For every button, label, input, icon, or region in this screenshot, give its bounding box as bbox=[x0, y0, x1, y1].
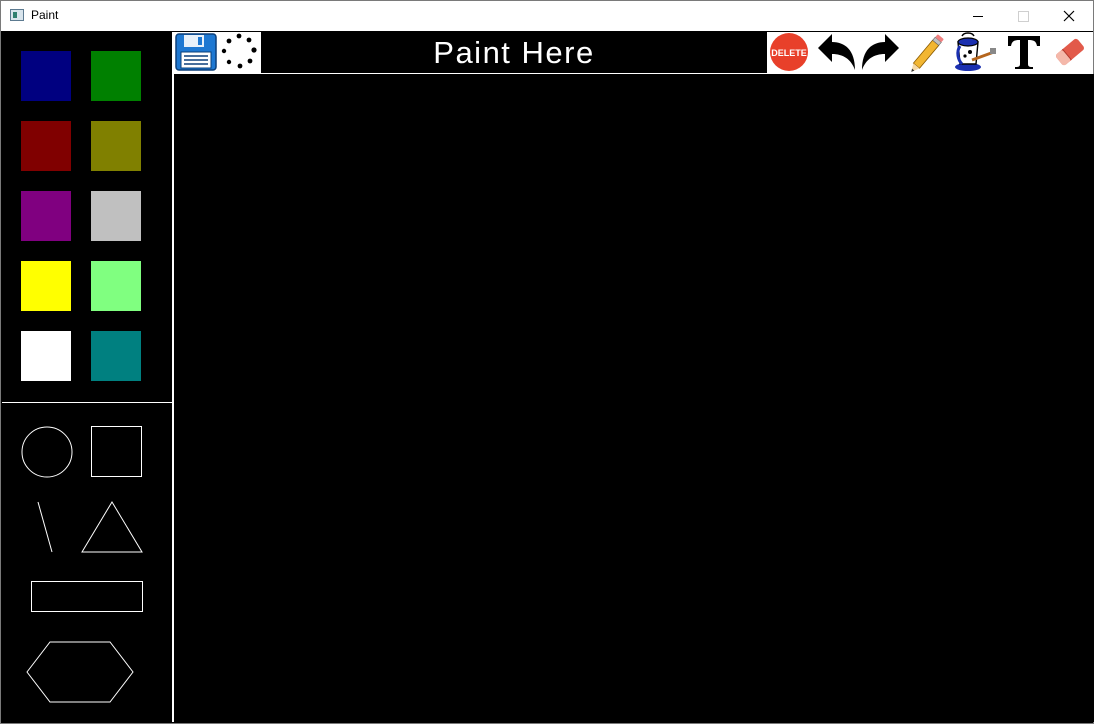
pencil-icon bbox=[911, 34, 944, 72]
save-button[interactable] bbox=[173, 32, 218, 72]
square-shape-button[interactable] bbox=[91, 426, 143, 478]
spray-icon bbox=[221, 33, 257, 69]
rectangle-shape-button[interactable] bbox=[31, 581, 144, 613]
hexagon-shape-button[interactable] bbox=[26, 641, 134, 703]
triangle-shape-button[interactable] bbox=[81, 501, 143, 553]
app-icon bbox=[10, 9, 24, 21]
undo-button[interactable] bbox=[814, 32, 858, 72]
close-icon bbox=[1063, 10, 1075, 22]
drawing-canvas[interactable] bbox=[173, 74, 1094, 722]
color-swatch-green[interactable] bbox=[91, 51, 141, 101]
close-button[interactable] bbox=[1046, 1, 1092, 31]
color-swatch-olive[interactable] bbox=[91, 121, 141, 171]
color-swatch-light-green[interactable] bbox=[91, 261, 141, 311]
redo-button[interactable] bbox=[859, 32, 903, 72]
circle-shape-button[interactable] bbox=[20, 425, 74, 479]
color-swatch-teal[interactable] bbox=[91, 331, 141, 381]
save-icon bbox=[174, 33, 217, 71]
paint-window: Paint Paint Here DELETE bbox=[0, 0, 1094, 724]
sidebar bbox=[2, 32, 173, 722]
color-swatch-purple[interactable] bbox=[21, 191, 71, 241]
pencil-button[interactable] bbox=[906, 32, 950, 72]
spray-button[interactable] bbox=[219, 32, 259, 72]
paint-here-banner: Paint Here bbox=[261, 32, 767, 73]
minimize-button[interactable] bbox=[955, 1, 1001, 31]
redo-icon bbox=[862, 34, 899, 70]
sidebar-divider bbox=[2, 402, 172, 403]
text-icon bbox=[1008, 36, 1040, 69]
minimize-icon bbox=[973, 15, 983, 17]
delete-button[interactable]: DELETE bbox=[768, 32, 810, 72]
undo-icon bbox=[818, 34, 855, 70]
delete-label: DELETE bbox=[771, 48, 807, 58]
paint-bucket-button[interactable] bbox=[950, 32, 998, 72]
maximize-button[interactable] bbox=[1000, 1, 1046, 31]
eraser-button[interactable] bbox=[1049, 32, 1091, 72]
paint-bucket-icon bbox=[955, 32, 996, 71]
line-shape-button[interactable] bbox=[35, 501, 55, 553]
text-tool-button[interactable] bbox=[1003, 32, 1045, 72]
color-swatch-white[interactable] bbox=[21, 331, 71, 381]
color-swatch-silver[interactable] bbox=[91, 191, 141, 241]
maximize-icon bbox=[1017, 10, 1029, 22]
color-swatch-yellow[interactable] bbox=[21, 261, 71, 311]
color-swatch-navy[interactable] bbox=[21, 51, 71, 101]
eraser-icon bbox=[1056, 38, 1084, 66]
delete-icon: DELETE bbox=[770, 33, 808, 71]
toolbar: Paint Here DELETE bbox=[173, 32, 1093, 74]
title-bar: Paint bbox=[1, 1, 1093, 31]
window-title: Paint bbox=[31, 8, 59, 22]
color-swatch-maroon[interactable] bbox=[21, 121, 71, 171]
